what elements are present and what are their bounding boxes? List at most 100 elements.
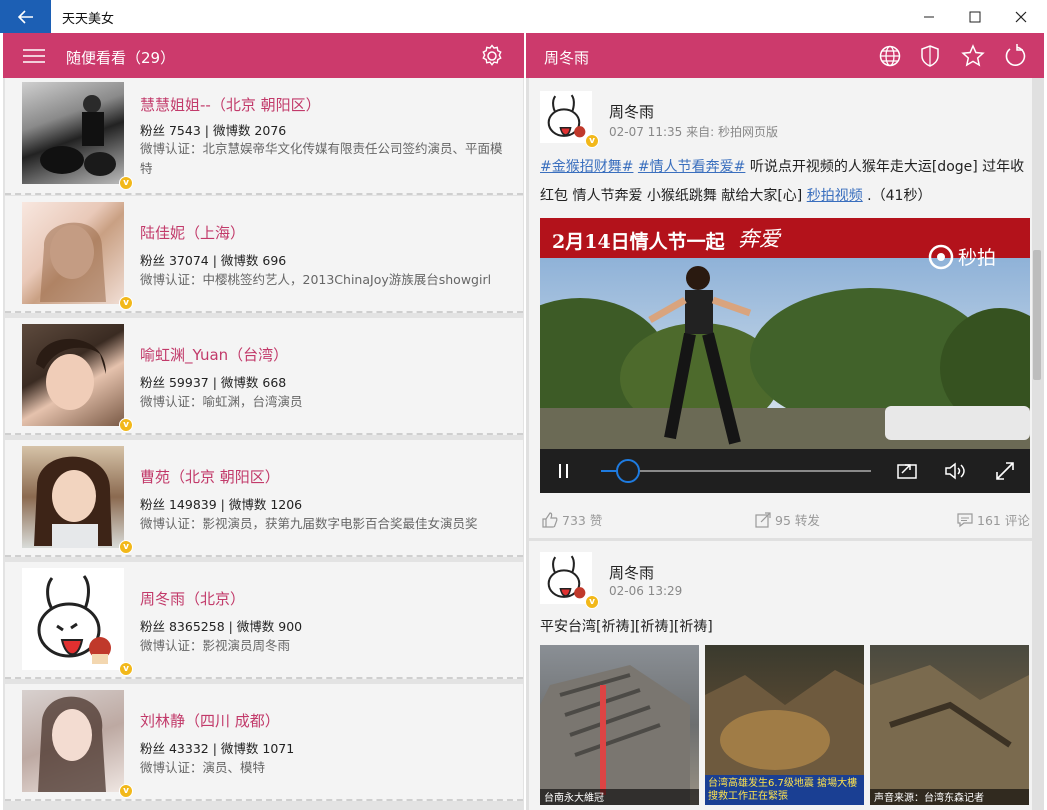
post-author[interactable]: 周冬雨 xyxy=(609,562,654,583)
pause-button[interactable] xyxy=(556,462,572,484)
verified-badge-icon: v xyxy=(119,540,133,554)
block-button[interactable] xyxy=(917,43,943,69)
video-watermark: 秒拍 xyxy=(928,243,996,270)
hashtag-link[interactable]: #情人节看奔爱# xyxy=(638,159,745,175)
open-web-button[interactable] xyxy=(877,43,903,69)
pause-icon xyxy=(559,464,568,478)
post-avatar[interactable] xyxy=(540,552,592,604)
avatar xyxy=(22,202,124,304)
user-desc: 微博认证：演员、模特 xyxy=(140,760,266,775)
verified-badge-icon: v xyxy=(119,296,133,310)
post-text: #金猴招财舞# #情人节看奔爱# 听说点开视频的人猴年走大运[doge] 过年收… xyxy=(540,153,1030,211)
user-desc: 微博认证：北京慧娱帝华文化传媒有限责任公司签约演员、平面模特 xyxy=(140,141,503,176)
list-item[interactable]: v 喻虹渊_Yuan（台湾） 粉丝 59937 | 微博数 668 微博认证：喻… xyxy=(5,318,523,435)
avatar xyxy=(22,690,124,792)
shield-icon xyxy=(921,45,939,67)
star-icon xyxy=(961,44,985,67)
like-button[interactable]: 733 赞 xyxy=(542,510,602,529)
post-body-tail: .（41秒） xyxy=(862,188,932,204)
list-item[interactable]: v 曹苑（北京 朝阳区） 粉丝 149839 | 微博数 1206 微博认证：影… xyxy=(5,440,523,557)
image-caption: 台南永大維冠 xyxy=(540,789,699,805)
video-player[interactable]: 2月14日情人节一起 奔爱 秒拍 xyxy=(540,218,1030,493)
video-frame xyxy=(540,258,1030,449)
user-desc: 微博认证：影视演员周冬雨 xyxy=(140,638,291,653)
video-progress[interactable] xyxy=(601,459,871,483)
video-controls xyxy=(540,449,1030,493)
volume-icon xyxy=(945,462,965,480)
favorite-button[interactable] xyxy=(960,43,986,69)
user-name: 周冬雨（北京） xyxy=(140,590,246,608)
list-title: 随便看看（29） xyxy=(66,49,176,67)
arrow-left-icon xyxy=(17,9,33,24)
user-desc: 微博认证：喻虹渊，台湾演员 xyxy=(140,394,303,409)
user-name: 喻虹渊_Yuan（台湾） xyxy=(140,346,289,364)
avatar xyxy=(22,82,124,184)
list-item[interactable]: v 陆佳妮（上海） 粉丝 37074 | 微博数 696 微博认证：中樱桃签约艺… xyxy=(5,196,523,313)
video-banner-text: 2月14日情人节一起 xyxy=(552,231,725,253)
list-item[interactable]: v 慧慧姐姐--（北京 朝阳区） 粉丝 7543 | 微博数 2076 微博认证… xyxy=(5,78,523,195)
video-banner-script: 奔爱 xyxy=(738,227,780,251)
right-header: 周冬雨 xyxy=(526,33,1044,78)
post-author[interactable]: 周冬雨 xyxy=(609,101,654,122)
post-meta: 02-07 11:35 来自: 秒拍网页版 xyxy=(609,125,778,139)
close-icon xyxy=(1015,11,1027,22)
cast-icon xyxy=(897,464,917,479)
post-image[interactable]: 声音来源：台湾东森记者 xyxy=(870,645,1029,805)
globe-icon xyxy=(879,45,901,67)
post-image[interactable]: 台湾高雄发生6.7级地震 搶場大樓搜救工作正在緊張 xyxy=(705,645,864,805)
comment-count: 161 评论 xyxy=(977,513,1030,528)
post-feed: v 周冬雨 02-07 11:35 来自: 秒拍网页版 #金猴招财舞# #情人节… xyxy=(526,78,1044,810)
volume-button[interactable] xyxy=(944,461,968,485)
progress-knob[interactable] xyxy=(616,459,640,483)
app-title: 天天美女 xyxy=(62,12,115,27)
list-item[interactable]: v 刘林静（四川 成都） 粉丝 43332 | 微博数 1071 微博认证：演员… xyxy=(5,684,523,801)
user-stats: 粉丝 8365258 | 微博数 900 xyxy=(140,619,303,634)
hamburger-icon xyxy=(23,49,45,63)
thumbs-up-icon xyxy=(542,511,558,528)
window-titlebar: 天天美女 xyxy=(0,0,1047,33)
user-stats: 粉丝 149839 | 微博数 1206 xyxy=(140,497,303,512)
watermark-text: 秒拍 xyxy=(958,247,997,269)
image-caption: 声音来源：台湾东森记者 xyxy=(870,789,1029,805)
share-icon xyxy=(755,511,771,528)
close-button[interactable] xyxy=(998,0,1044,33)
user-name: 曹苑（北京 朝阳区） xyxy=(140,468,280,486)
refresh-button[interactable] xyxy=(1002,43,1028,69)
image-caption: 台湾高雄发生6.7级地震 搶場大樓搜救工作正在緊張 xyxy=(705,775,864,805)
post-card: v 周冬雨 02-07 11:35 来自: 秒拍网页版 #金猴招财舞# #情人节… xyxy=(529,78,1032,538)
post-avatar[interactable] xyxy=(540,91,592,143)
user-stats: 粉丝 7543 | 微博数 2076 xyxy=(140,123,287,138)
avatar xyxy=(22,324,124,426)
expand-icon xyxy=(996,462,1014,480)
user-name: 陆佳妮（上海） xyxy=(140,224,246,242)
feed-scrollbar[interactable] xyxy=(1033,250,1041,380)
video-link[interactable]: 秒拍视频 xyxy=(807,188,863,204)
settings-button[interactable] xyxy=(479,43,505,69)
fullscreen-button[interactable] xyxy=(995,461,1015,485)
minimize-icon xyxy=(924,16,934,17)
verified-badge-icon: v xyxy=(119,662,133,676)
repost-count: 95 转发 xyxy=(775,513,820,528)
hashtag-link[interactable]: #金猴招财舞# xyxy=(540,159,633,175)
minimize-button[interactable] xyxy=(906,0,952,33)
menu-button[interactable] xyxy=(21,43,47,69)
gear-icon xyxy=(482,44,502,66)
verified-badge-icon: v xyxy=(585,595,599,609)
back-button[interactable] xyxy=(0,0,51,33)
repost-button[interactable]: 95 转发 xyxy=(755,510,820,529)
refresh-icon xyxy=(1005,44,1026,66)
avatar xyxy=(22,446,124,548)
post-text: 平安台湾[祈祷][祈祷][祈祷] xyxy=(540,619,713,635)
verified-badge-icon: v xyxy=(119,418,133,432)
user-name: 慧慧姐姐--（北京 朝阳区） xyxy=(140,96,321,114)
maximize-button[interactable] xyxy=(952,0,998,33)
cast-button[interactable] xyxy=(896,461,918,485)
user-desc: 微博认证：中樱桃签约艺人，2013ChinaJoy游族展台showgirl xyxy=(140,272,492,287)
user-stats: 粉丝 59937 | 微博数 668 xyxy=(140,375,287,390)
post-image[interactable]: 台南永大維冠 xyxy=(540,645,699,805)
user-stats: 粉丝 43332 | 微博数 1071 xyxy=(140,741,295,756)
avatar xyxy=(22,568,124,670)
list-item[interactable]: v 周冬雨（北京） 粉丝 8365258 | 微博数 900 微博认证：影视演员… xyxy=(5,562,523,679)
user-list: v 慧慧姐姐--（北京 朝阳区） 粉丝 7543 | 微博数 2076 微博认证… xyxy=(3,78,524,810)
comment-button[interactable]: 161 评论 xyxy=(957,510,1030,529)
